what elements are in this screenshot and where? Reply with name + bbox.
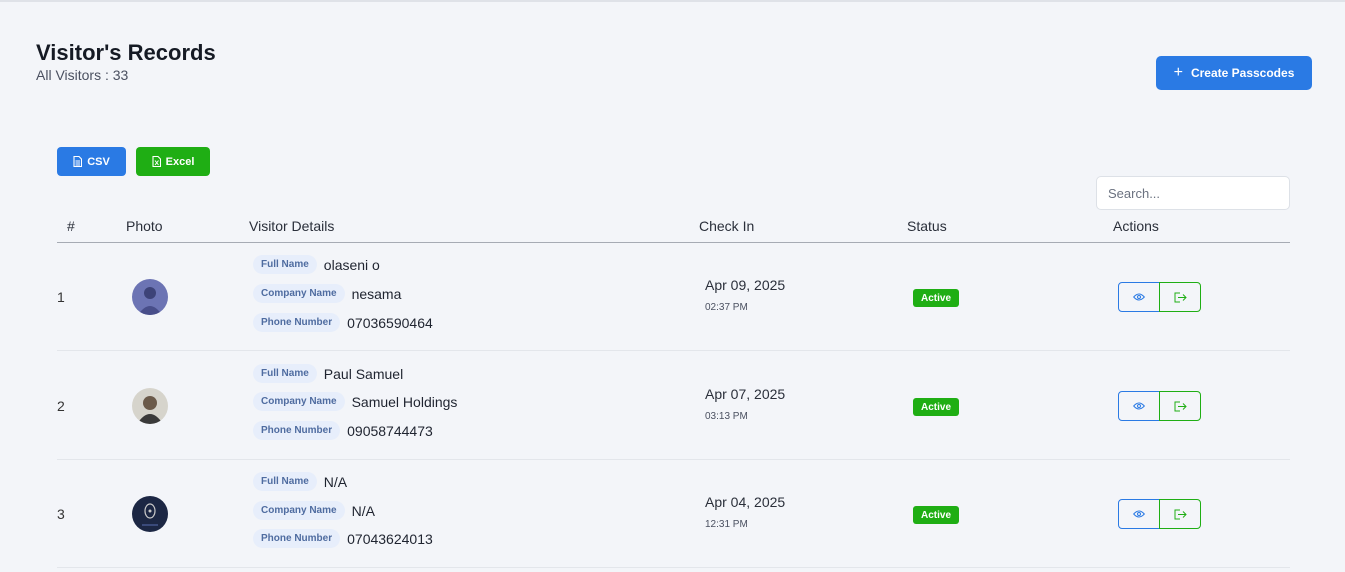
- full-name-value: N/A: [323, 473, 348, 490]
- visitor-photo: [132, 388, 168, 424]
- phone-number-field: Phone Number 07043624013: [253, 529, 433, 548]
- eye-icon: [1133, 293, 1145, 301]
- check-in-time: 03:13 PM: [705, 411, 748, 422]
- view-button[interactable]: [1118, 391, 1160, 421]
- column-header-status: Status: [907, 218, 947, 234]
- row-index: 2: [57, 398, 65, 414]
- phone-number-field: Phone Number 07036590464: [253, 313, 433, 332]
- view-button[interactable]: [1118, 499, 1160, 529]
- company-name-tag: Company Name: [253, 392, 345, 411]
- table-header: # Photo Visitor Details Check In Status …: [57, 210, 1290, 243]
- table-row: 1 Full Name olaseni o Company Name nesam…: [57, 243, 1290, 351]
- search-input[interactable]: [1096, 176, 1290, 210]
- excel-file-icon: [152, 156, 161, 167]
- checkout-button[interactable]: [1159, 282, 1201, 312]
- full-name-tag: Full Name: [253, 255, 317, 274]
- column-header-photo: Photo: [126, 218, 163, 234]
- sign-out-icon: [1174, 401, 1187, 411]
- full-name-tag: Full Name: [253, 472, 317, 491]
- phone-number-value: 07043624013: [347, 530, 433, 547]
- excel-export-button[interactable]: Excel: [136, 147, 210, 176]
- company-name-value: Samuel Holdings: [351, 393, 458, 410]
- checkout-button[interactable]: [1159, 499, 1201, 529]
- full-name-value: olaseni o: [323, 256, 380, 273]
- csv-export-button[interactable]: CSV: [57, 147, 126, 176]
- create-passcodes-label: Create Passcodes: [1190, 66, 1295, 80]
- check-in-time: 02:37 PM: [705, 302, 748, 313]
- table-row: 3 Full Name N/A Company Name N/A Phone N…: [57, 460, 1290, 568]
- column-header-actions: Actions: [1113, 218, 1159, 234]
- check-in-date: Apr 09, 2025: [705, 277, 786, 293]
- check-in-date: Apr 07, 2025: [705, 386, 786, 402]
- eye-icon: [1133, 402, 1145, 410]
- check-in-date: Apr 04, 2025: [705, 494, 786, 510]
- column-header-check-in: Check In: [699, 218, 755, 234]
- page-title: Visitor's Records: [36, 40, 216, 65]
- company-name-field: Company Name N/A: [253, 501, 375, 520]
- full-name-value: Paul Samuel: [323, 365, 404, 382]
- excel-label: Excel: [165, 155, 195, 168]
- phone-number-tag: Phone Number: [253, 529, 341, 548]
- view-button[interactable]: [1118, 282, 1160, 312]
- full-name-field: Full Name N/A: [253, 472, 347, 491]
- eye-icon: [1133, 510, 1145, 518]
- full-name-tag: Full Name: [253, 364, 317, 383]
- phone-number-value: 09058744473: [347, 422, 433, 439]
- company-name-field: Company Name Samuel Holdings: [253, 392, 457, 411]
- company-name-value: nesama: [351, 285, 402, 302]
- row-index: 3: [57, 506, 65, 522]
- csv-label: CSV: [87, 155, 110, 168]
- phone-number-tag: Phone Number: [253, 313, 341, 332]
- phone-number-value: 07036590464: [347, 314, 433, 331]
- status-badge: Active: [913, 506, 960, 524]
- company-name-tag: Company Name: [253, 284, 345, 303]
- sign-out-icon: [1174, 509, 1187, 519]
- plus-icon: +: [1173, 64, 1183, 81]
- phone-number-field: Phone Number 09058744473: [253, 421, 433, 440]
- visitor-photo: [132, 279, 168, 315]
- sign-out-icon: [1174, 292, 1187, 302]
- visitor-photo: [132, 496, 168, 532]
- company-name-tag: Company Name: [253, 501, 345, 520]
- full-name-field: Full Name olaseni o: [253, 255, 380, 274]
- full-name-field: Full Name Paul Samuel: [253, 364, 403, 383]
- company-name-value: N/A: [351, 502, 375, 519]
- company-name-field: Company Name nesama: [253, 284, 401, 303]
- status-badge: Active: [913, 398, 960, 416]
- visitor-count: All Visitors : 33: [36, 67, 129, 83]
- file-icon: [73, 156, 83, 167]
- table-row: 2 Full Name Paul Samuel Company Name Sam…: [57, 352, 1290, 460]
- checkout-button[interactable]: [1159, 391, 1201, 421]
- row-index: 1: [57, 289, 65, 305]
- status-badge: Active: [913, 289, 960, 307]
- check-in-time: 12:31 PM: [705, 519, 748, 530]
- column-header-visitor-details: Visitor Details: [249, 218, 335, 234]
- create-passcodes-button[interactable]: + Create Passcodes: [1156, 56, 1312, 90]
- phone-number-tag: Phone Number: [253, 421, 341, 440]
- column-header-index: #: [67, 218, 75, 234]
